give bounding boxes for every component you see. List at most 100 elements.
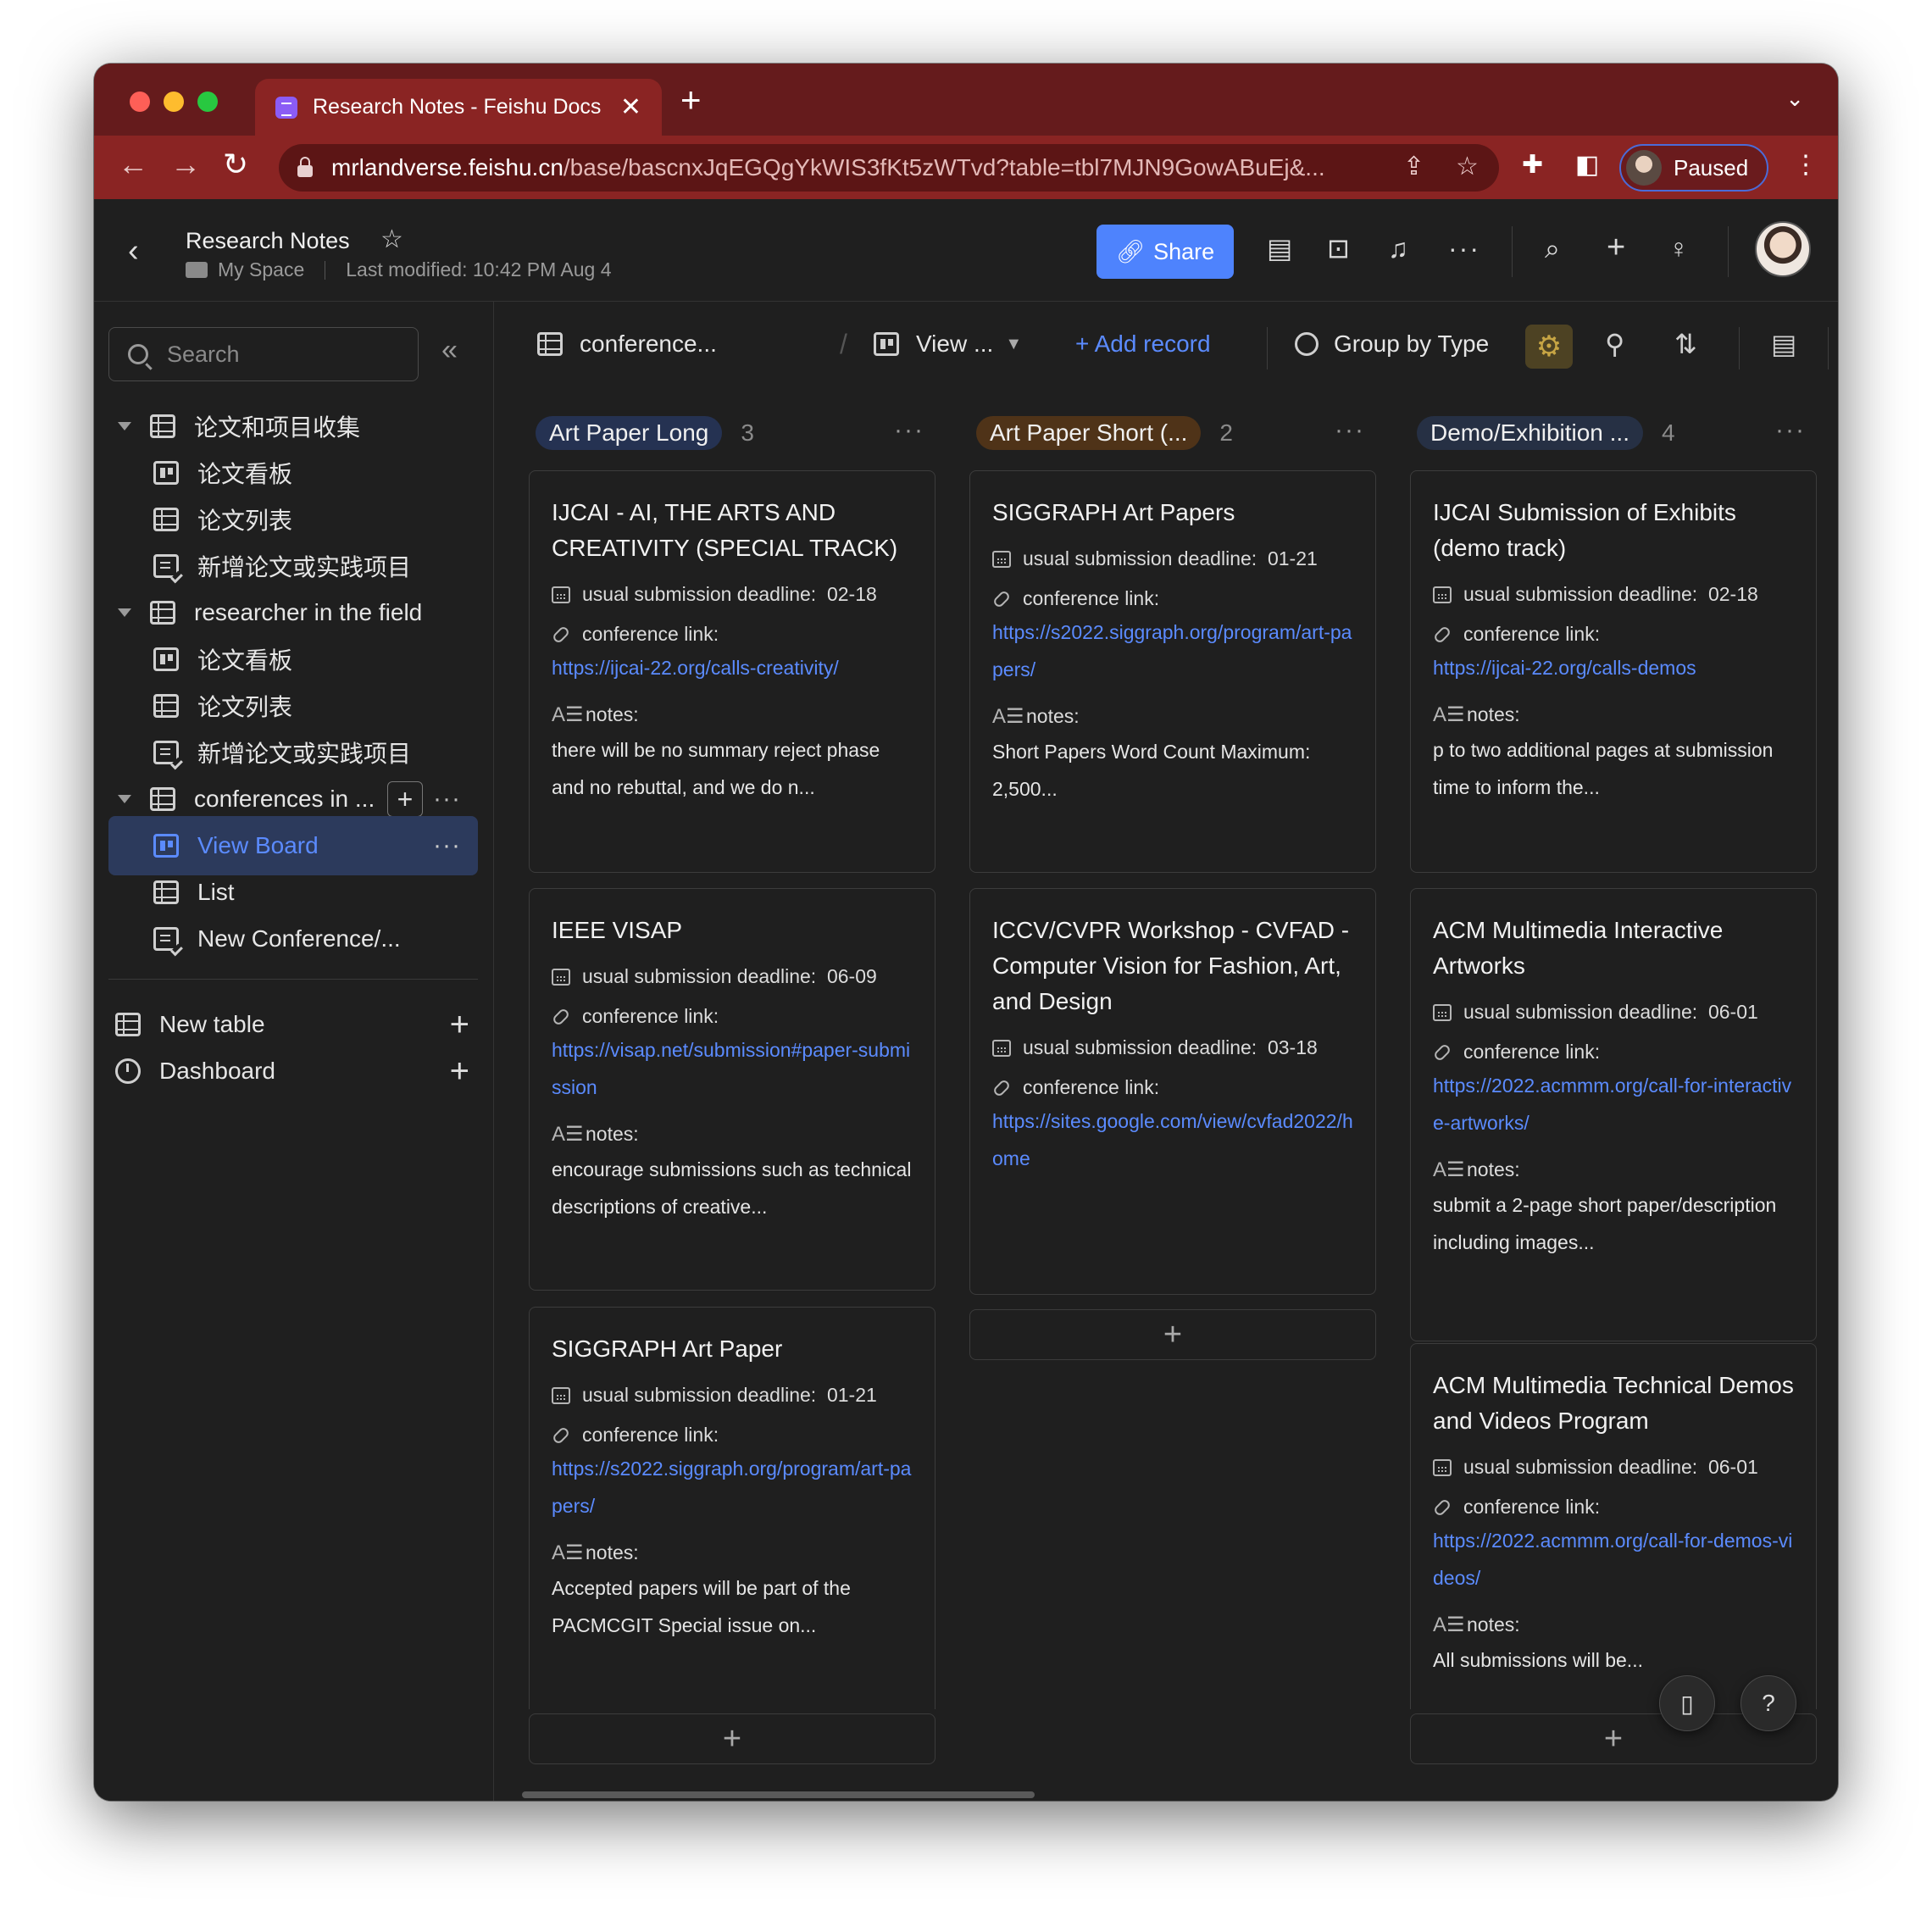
column-header-art-paper-long[interactable]: Art Paper Long 3 xyxy=(536,414,754,453)
back-arrow-icon[interactable]: ← xyxy=(118,149,148,180)
conference-link[interactable]: https://ijcai-22.org/calls-creativity/ xyxy=(552,649,913,686)
form-icon xyxy=(153,927,179,951)
help-fab-button[interactable]: ? xyxy=(1740,1675,1796,1731)
forward-arrow-icon[interactable]: → xyxy=(170,149,201,180)
deadline-field: usual submission deadline: 02-18 xyxy=(1433,583,1794,606)
notes-field: A☰ notes: xyxy=(1433,703,1794,726)
add-record-button[interactable]: + Add record xyxy=(1075,330,1211,358)
deadline-value: 02-18 xyxy=(1707,583,1758,605)
horizontal-scrollbar[interactable] xyxy=(522,1791,1035,1798)
template-icon[interactable]: ▤ xyxy=(1267,235,1292,262)
record-card[interactable]: IJCAI - AI, THE ARTS AND CREATIVITY (SPE… xyxy=(529,470,935,873)
notes-field: A☰ notes: xyxy=(552,703,913,726)
reload-icon[interactable]: ↻ xyxy=(223,149,248,180)
conference-link[interactable]: https://2022.acmmm.org/call-for-demos-vi… xyxy=(1433,1522,1794,1597)
tips-bulb-icon[interactable]: ♀ xyxy=(1668,235,1689,262)
field-label: usual submission deadline: xyxy=(1463,583,1698,605)
add-card-button[interactable]: + xyxy=(969,1309,1376,1360)
add-view-button[interactable]: + xyxy=(387,781,424,817)
conference-link[interactable]: https://s2022.siggraph.org/program/art-p… xyxy=(992,614,1353,688)
conference-link[interactable]: https://s2022.siggraph.org/program/art-p… xyxy=(552,1450,913,1524)
location-label[interactable]: My Space xyxy=(218,258,304,281)
back-chevron-icon[interactable]: ‹ xyxy=(128,233,139,269)
conference-link[interactable]: https://sites.google.com/view/cvfad2022/… xyxy=(992,1102,1353,1177)
document-fab-button[interactable]: ▯ xyxy=(1659,1675,1715,1731)
column-header-art-paper-short[interactable]: Art Paper Short (... 2 xyxy=(976,414,1233,453)
user-avatar[interactable] xyxy=(1755,221,1811,277)
record-card[interactable]: ACM Multimedia Interactive Artworks usua… xyxy=(1410,888,1817,1341)
column-more-icon[interactable]: ··· xyxy=(1335,416,1365,445)
deadline-value: 01-21 xyxy=(1267,547,1318,569)
notification-bell-icon[interactable]: ♫ xyxy=(1388,235,1408,262)
create-plus-icon[interactable]: + xyxy=(1607,231,1625,264)
calendar-icon xyxy=(992,550,1011,568)
sidebar-item-form[interactable]: New Conference/... xyxy=(108,909,478,969)
card-title: ACM Multimedia Interactive Artworks xyxy=(1433,917,1724,979)
extensions-puzzle-icon[interactable]: ✚ xyxy=(1522,153,1543,178)
field-label: notes: xyxy=(1026,705,1080,727)
sort-icon[interactable]: ⇅ xyxy=(1674,330,1697,358)
form-view-icon[interactable]: ▤ xyxy=(1771,330,1796,358)
conference-link[interactable]: https://ijcai-22.org/calls-demos xyxy=(1433,649,1794,686)
record-card[interactable]: ACM Multimedia Technical Demos and Video… xyxy=(1410,1343,1817,1709)
browser-tab[interactable]: Research Notes - Feishu Docs ✕ xyxy=(255,79,662,136)
table-icon xyxy=(537,332,563,356)
card-title: IJCAI - AI, THE ARTS AND CREATIVITY (SPE… xyxy=(552,499,898,561)
add-table-plus-icon[interactable]: + xyxy=(450,1006,469,1044)
column-more-icon[interactable]: ··· xyxy=(1775,416,1806,445)
page-title[interactable]: Research Notes xyxy=(186,228,350,254)
bookmark-star-icon[interactable]: ☆ xyxy=(1456,154,1479,180)
record-card[interactable]: SIGGRAPH Art Paper usual submission dead… xyxy=(529,1307,935,1709)
sidebar-item-label: New Conference/... xyxy=(197,925,401,952)
column-header-demo-exhibition[interactable]: Demo/Exhibition ... 4 xyxy=(1417,414,1675,453)
more-icon[interactable]: ··· xyxy=(433,785,461,814)
more-icon[interactable]: ··· xyxy=(433,831,461,860)
field-label: usual submission deadline: xyxy=(1463,1456,1698,1478)
share-page-icon[interactable]: ⇪ xyxy=(1403,154,1424,180)
table-selector[interactable]: conference... xyxy=(537,330,717,358)
more-options-icon[interactable]: ··· xyxy=(1448,235,1480,262)
search-icon[interactable]: ⌕ xyxy=(1545,235,1560,262)
filter-icon[interactable]: ⚲ xyxy=(1605,330,1624,358)
field-label: notes: xyxy=(1467,703,1520,725)
new-tab-button[interactable]: + xyxy=(680,82,702,118)
notes-value: submit a 2-page short paper/description … xyxy=(1433,1194,1777,1253)
record-card[interactable]: IJCAI Submission of Exhibits (demo track… xyxy=(1410,470,1817,873)
field-label: notes: xyxy=(586,1541,639,1563)
share-button[interactable]: 🔗︎ Share xyxy=(1096,225,1234,279)
close-window-button[interactable] xyxy=(130,92,150,112)
dropdown-caret-icon: ▼ xyxy=(1005,334,1023,353)
notes-field: A☰ notes: xyxy=(992,705,1353,728)
maximize-window-button[interactable] xyxy=(197,92,218,112)
record-card[interactable]: ICCV/CVPR Workshop - CVFAD - Computer Vi… xyxy=(969,888,1376,1295)
settings-gear-button[interactable]: ⚙ xyxy=(1525,325,1573,369)
conference-link[interactable]: https://2022.acmmm.org/call-for-interact… xyxy=(1433,1067,1794,1141)
tab-search-chevron-icon[interactable]: ⌄ xyxy=(1785,86,1804,112)
record-card[interactable]: SIGGRAPH Art Papers usual submission dea… xyxy=(969,470,1376,873)
notes-field: A☰ notes: xyxy=(552,1541,913,1564)
group-by-button[interactable]: Group by Type xyxy=(1295,330,1489,358)
minimize-window-button[interactable] xyxy=(164,92,184,112)
view-selector[interactable]: View ... ▼ xyxy=(874,330,1022,358)
search-input[interactable]: Search xyxy=(108,327,419,381)
dashboard-item[interactable]: Dashboard + xyxy=(108,1041,478,1101)
column-more-icon[interactable]: ··· xyxy=(894,416,924,445)
collapse-sidebar-icon[interactable]: « xyxy=(441,336,458,364)
board-icon xyxy=(874,332,899,356)
profile-button[interactable]: Paused xyxy=(1619,144,1768,192)
field-label: notes: xyxy=(1467,1158,1520,1180)
record-card[interactable]: IEEE VISAP usual submission deadline: 06… xyxy=(529,888,935,1291)
expand-caret-icon[interactable] xyxy=(118,608,131,617)
sidebar-item-label: List xyxy=(197,879,235,905)
automation-bot-icon[interactable]: ⊡ xyxy=(1327,235,1350,262)
conference-link[interactable]: https://visap.net/submission#paper-submi… xyxy=(552,1031,913,1106)
address-bar[interactable]: mrlandverse.feishu.cn/base/bascnxJqEGQgY… xyxy=(279,144,1499,192)
expand-caret-icon[interactable] xyxy=(118,795,131,803)
add-card-button[interactable]: + xyxy=(529,1713,935,1764)
tab-close-icon[interactable]: ✕ xyxy=(620,94,641,120)
favorite-star-icon[interactable]: ☆ xyxy=(380,225,403,254)
expand-caret-icon[interactable] xyxy=(118,422,131,430)
side-panel-icon[interactable]: ◧ xyxy=(1575,153,1599,178)
add-dashboard-plus-icon[interactable]: + xyxy=(450,1052,469,1091)
browser-menu-icon[interactable]: ⋮ xyxy=(1793,153,1818,178)
